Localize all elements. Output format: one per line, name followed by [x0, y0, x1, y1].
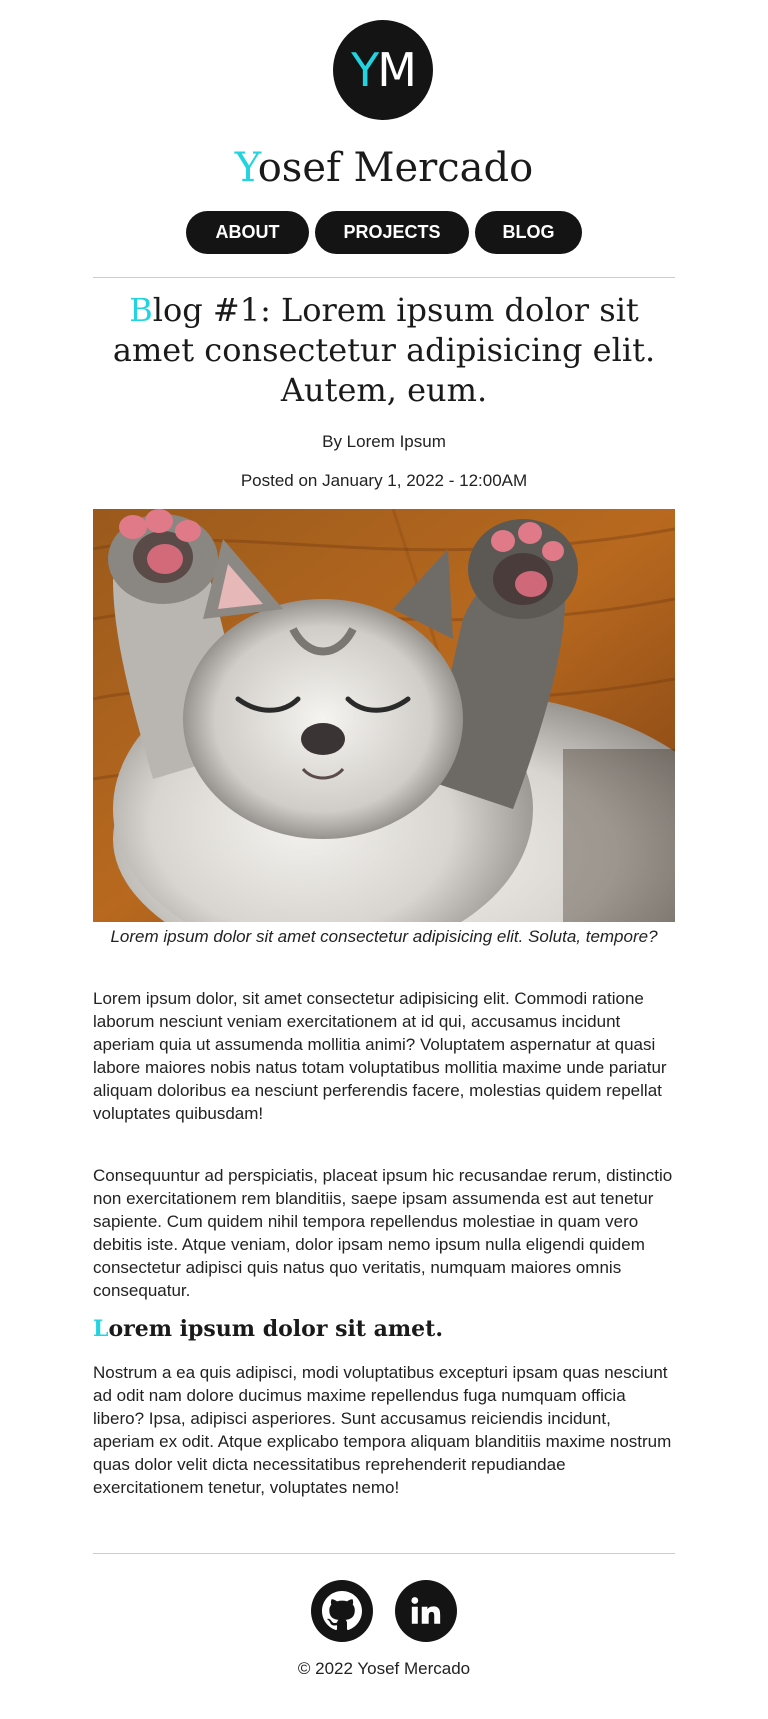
post-paragraph-1: Lorem ipsum dolor, sit amet consectetur …	[93, 989, 667, 1123]
site-title: Yosef Mercado	[0, 138, 768, 198]
linkedin-icon[interactable]	[395, 1580, 457, 1642]
site-title-rest: osef Mercado	[257, 145, 534, 191]
post-paragraph-3: Nostrum a ea quis adipisci, modi volupta…	[93, 1363, 672, 1497]
nav-projects-button[interactable]: PROJECTS	[315, 211, 469, 254]
post-subheading-rest: orem ipsum dolor sit amet.	[108, 1316, 443, 1342]
header-divider	[93, 277, 675, 278]
post-title-rest: log #1: Lorem ipsum dolor sit amet conse…	[112, 291, 656, 409]
copyright-text: © 2022 Yosef Mercado	[297, 1659, 471, 1678]
main-nav: ABOUT PROJECTS BLOG	[0, 211, 768, 254]
social-links	[0, 1580, 768, 1642]
site-title-first-letter: Y	[234, 145, 258, 191]
post-title-first-letter: B	[129, 291, 153, 329]
github-icon[interactable]	[311, 1580, 373, 1642]
post-date: Posted on January 1, 2022 - 12:00AM	[240, 471, 528, 490]
logo-initial-m: M	[377, 43, 417, 97]
site-logo[interactable]: YM	[333, 20, 433, 120]
post-hero-image	[93, 509, 675, 922]
nav-blog-button[interactable]: BLOG	[475, 211, 582, 254]
post-subheading-first-letter: L	[93, 1316, 109, 1342]
logo-initial-y: Y	[351, 43, 379, 97]
post-title: Blog #1: Lorem ipsum dolor sit amet cons…	[93, 290, 675, 410]
post-subheading: Lorem ipsum dolor sit amet.	[93, 1314, 443, 1344]
image-caption: Lorem ipsum dolor sit amet consectetur a…	[110, 927, 658, 946]
nav-about-button[interactable]: ABOUT	[186, 211, 309, 254]
post-paragraph-2: Consequuntur ad perspiciatis, placeat ip…	[93, 1166, 673, 1300]
footer-divider	[93, 1553, 675, 1554]
post-byline: By Lorem Ipsum	[322, 432, 446, 451]
